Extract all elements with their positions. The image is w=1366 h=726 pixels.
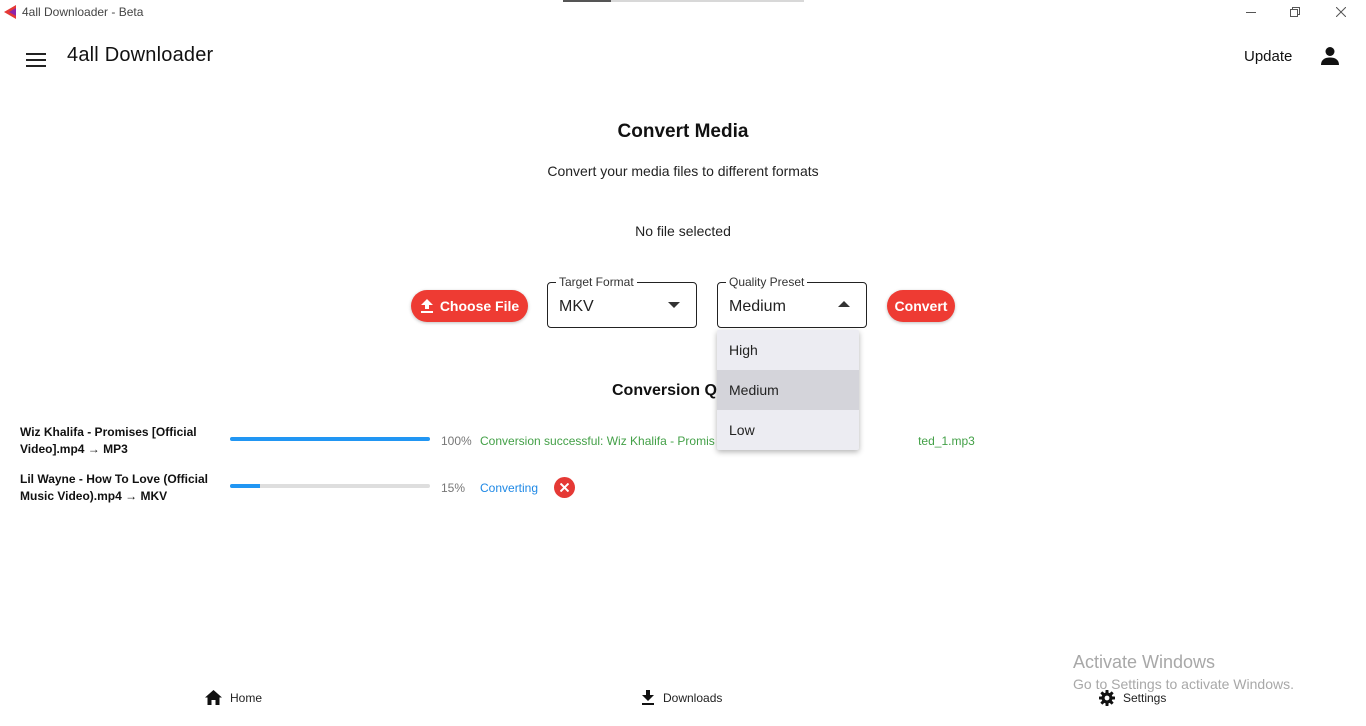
queue-title: Conversion Q [612, 382, 717, 399]
quality-preset-menu: High Medium Low [717, 330, 859, 450]
watermark-line2: Go to Settings to activate Windows. [1073, 676, 1294, 692]
target-format-select[interactable]: Target Format MKV [547, 275, 697, 328]
nav-settings[interactable]: Settings [1099, 690, 1166, 706]
menu-item-medium[interactable]: Medium [717, 370, 859, 410]
caret-down-icon [668, 302, 680, 308]
queue-item-status-tail: ted_1.mp3 [918, 434, 975, 448]
choose-file-button[interactable]: Choose File [411, 290, 528, 322]
quality-preset-select[interactable]: Quality Preset Medium [717, 275, 867, 328]
close-window-button[interactable] [1318, 0, 1364, 24]
minimize-icon [1246, 12, 1256, 13]
queue-item-progress [230, 484, 430, 488]
nav-downloads-label: Downloads [663, 690, 723, 705]
download-icon [642, 690, 654, 705]
page-subtitle: Convert your media files to different fo… [547, 163, 819, 179]
nav-home[interactable]: Home [205, 690, 262, 705]
update-button[interactable]: Update [1236, 46, 1300, 68]
minimize-button[interactable] [1228, 0, 1274, 24]
hamburger-menu-button[interactable] [20, 46, 52, 74]
window-titlebar: 4all Downloader - Beta [0, 0, 1366, 24]
nav-downloads[interactable]: Downloads [641, 690, 722, 705]
file-status: No file selected [635, 223, 731, 239]
queue-item-status: Converting [480, 481, 538, 495]
account-button[interactable] [1316, 42, 1344, 70]
target-format-label: Target Format [556, 275, 637, 289]
close-icon [560, 483, 569, 492]
restore-button[interactable] [1272, 0, 1318, 24]
menu-item-high[interactable]: High [717, 330, 859, 370]
upload-icon [420, 299, 433, 313]
person-icon [1321, 47, 1339, 65]
app-title: 4all Downloader [67, 44, 214, 66]
app-window: 4all Downloader - Beta 4all Downloader U… [0, 0, 1366, 726]
window-title: 4all Downloader - Beta [22, 5, 144, 19]
queue-item-percent: 15% [441, 481, 466, 495]
quality-preset-label: Quality Preset [726, 275, 808, 289]
menu-item-low[interactable]: Low [717, 410, 859, 450]
activate-windows-watermark: Activate Windows Go to Settings to activ… [1073, 652, 1294, 692]
queue-item-name: Lil Wayne - How To Love (Official Music … [20, 472, 209, 503]
page-title: Convert Media [617, 121, 749, 142]
cancel-conversion-button[interactable] [554, 477, 575, 498]
choose-file-label: Choose File [439, 298, 520, 314]
queue-item-progress [230, 437, 430, 441]
queue-item-percent: 100% [441, 434, 472, 448]
nav-home-label: Home [230, 690, 263, 705]
title-tab-indicator [563, 0, 611, 2]
progress-fill [230, 484, 260, 488]
quality-preset-value: Medium [729, 298, 786, 315]
queue-item-status-text: Converting [480, 481, 539, 495]
close-icon [1336, 7, 1346, 17]
gear-icon [1099, 690, 1115, 706]
restore-icon [1290, 7, 1300, 17]
app-logo-icon [4, 5, 16, 19]
queue-item-status-text: Conversion successful: Wiz Khalifa - Pro… [480, 434, 715, 448]
watermark-line1: Activate Windows [1073, 652, 1216, 672]
target-format-value: MKV [559, 298, 594, 315]
caret-up-icon [838, 301, 850, 307]
queue-item-name: Wiz Khalifa - Promises [Official Video].… [20, 425, 197, 456]
nav-settings-label: Settings [1123, 691, 1167, 705]
convert-button[interactable]: Convert [887, 290, 955, 322]
progress-fill [230, 437, 430, 441]
hamburger-menu-icon [26, 53, 46, 67]
home-icon [205, 690, 222, 705]
